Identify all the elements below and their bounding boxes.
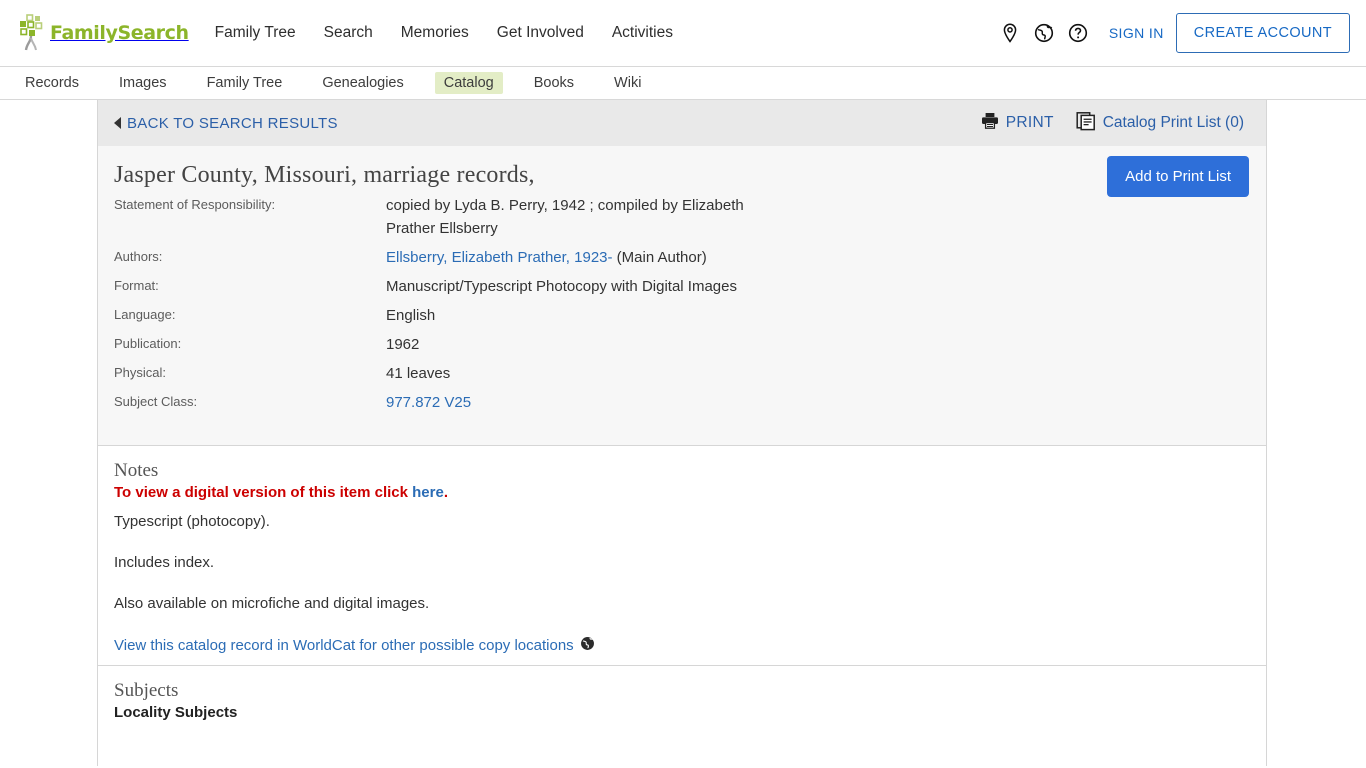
field-value: copied by Lyda B. Perry, 1942 ; compiled… xyxy=(386,197,744,237)
subnav-item-catalog[interactable]: Catalog xyxy=(434,72,503,94)
digital-version-here-link[interactable]: here xyxy=(412,484,444,501)
subjects-heading: Subjects xyxy=(114,680,179,701)
notes-heading: Notes xyxy=(114,460,159,481)
subnav-item-genealogies[interactable]: Genealogies xyxy=(313,72,412,94)
subnav-item-images[interactable]: Images xyxy=(110,72,176,94)
worldcat-link[interactable]: View this catalog record in WorldCat for… xyxy=(114,636,595,655)
primary-nav: Family Tree Search Memories Get Involved… xyxy=(215,24,673,42)
print-button[interactable]: PRINT xyxy=(981,112,1054,134)
back-to-search-results-label: BACK TO SEARCH RESULTS xyxy=(127,114,338,132)
field-value: Manuscript/Typescript Photocopy with Dig… xyxy=(386,278,737,295)
sign-in-link[interactable]: SIGN IN xyxy=(1109,25,1164,41)
field-label: Statement of Responsibility: xyxy=(114,197,276,212)
field-label: Physical: xyxy=(114,365,167,380)
record-field-physical: Physical: 41 leaves xyxy=(114,359,1250,388)
note-line-typescript: Typescript (photocopy). xyxy=(114,513,270,530)
help-circle-icon[interactable] xyxy=(1061,16,1095,50)
subnav-item-family-tree[interactable]: Family Tree xyxy=(198,72,292,94)
field-value: 1962 xyxy=(386,336,420,353)
family-tree-logo-icon xyxy=(14,13,54,53)
print-label: PRINT xyxy=(1005,114,1054,131)
field-label: Format: xyxy=(114,278,159,293)
author-link[interactable]: Ellsberry, Elizabeth Prather, 1923- xyxy=(386,249,613,266)
field-label: Subject Class: xyxy=(114,394,198,409)
secondary-nav: Records Images Family Tree Genealogies C… xyxy=(0,66,1366,100)
record-field-language: Language: English xyxy=(114,301,1250,330)
field-value: Ellsberry, Elizabeth Prather, 1923- (Mai… xyxy=(386,246,707,269)
add-to-print-list-button[interactable]: Add to Print List xyxy=(1107,156,1249,197)
note-line-index: Includes index. xyxy=(114,554,215,571)
printer-icon xyxy=(981,112,999,134)
page-title: Jasper County, Missouri, marriage record… xyxy=(114,162,535,188)
nav-item-memories[interactable]: Memories xyxy=(401,24,469,42)
field-value: 977.872 V25 xyxy=(386,391,471,414)
catalog-print-list-label: Catalog Print List (0) xyxy=(1102,114,1244,131)
create-account-button[interactable]: CREATE ACCOUNT xyxy=(1175,13,1350,53)
alert-text: To view a digital version of this item c… xyxy=(114,484,413,501)
map-pin-icon[interactable] xyxy=(993,16,1027,50)
site-header: FamilySearch Family Tree Search Memories… xyxy=(0,0,1366,66)
print-actions: PRINT Catalog Print List (0) xyxy=(981,111,1244,136)
subnav-item-records[interactable]: Records xyxy=(16,72,88,94)
back-arrow-icon xyxy=(114,117,121,129)
subnav-item-wiki[interactable]: Wiki xyxy=(605,72,650,94)
back-to-search-results-link[interactable]: BACK TO SEARCH RESULTS xyxy=(114,115,338,132)
page-body: BACK TO SEARCH RESULTS PRINT Catalog Pri… xyxy=(0,100,1366,766)
locality-subjects-heading: Locality Subjects xyxy=(114,704,238,721)
right-gutter xyxy=(1267,100,1366,766)
header-actions: SIGN IN CREATE ACCOUNT xyxy=(993,0,1350,66)
subject-class-link[interactable]: 977.872 V25 xyxy=(386,394,471,411)
nav-item-family-tree[interactable]: Family Tree xyxy=(215,24,296,42)
field-label: Authors: xyxy=(114,249,163,264)
field-label: Publication: xyxy=(114,336,182,351)
notes-section: Notes To view a digital version of this … xyxy=(98,446,1266,665)
record-field-authors: Authors: Ellsberry, Elizabeth Prather, 1… xyxy=(114,243,1250,272)
field-label: Language: xyxy=(114,307,176,322)
catalog-print-list-link[interactable]: Catalog Print List (0) xyxy=(1076,111,1244,136)
nav-item-activities[interactable]: Activities xyxy=(612,24,673,42)
field-value: English xyxy=(386,307,436,324)
author-role: (Main Author) xyxy=(612,249,707,266)
subjects-section: Subjects Locality Subjects xyxy=(98,665,1266,731)
globe-icon[interactable] xyxy=(1027,16,1061,50)
worldcat-link-label: View this catalog record in WorldCat for… xyxy=(114,637,574,654)
nav-item-get-involved[interactable]: Get Involved xyxy=(497,24,584,42)
note-line-microfiche: Also available on microfiche and digital… xyxy=(114,595,430,612)
globe-icon xyxy=(580,636,595,655)
digital-version-alert: To view a digital version of this item c… xyxy=(114,484,1250,501)
logo-wordmark: FamilySearch xyxy=(50,22,189,44)
record-field-format: Format: Manuscript/Typescript Photocopy … xyxy=(114,272,1250,301)
alert-suffix: . xyxy=(443,484,448,501)
record-details-panel: Jasper County, Missouri, marriage record… xyxy=(98,146,1266,446)
document-list-icon xyxy=(1076,111,1096,136)
subnav-item-books[interactable]: Books xyxy=(525,72,583,94)
result-toolbar: BACK TO SEARCH RESULTS PRINT Catalog Pri… xyxy=(98,100,1266,146)
catalog-record-content: BACK TO SEARCH RESULTS PRINT Catalog Pri… xyxy=(97,100,1267,766)
record-field-statement-of-responsibility: Statement of Responsibility: copied by L… xyxy=(114,191,1250,243)
nav-item-search[interactable]: Search xyxy=(324,24,373,42)
record-field-publication: Publication: 1962 xyxy=(114,330,1250,359)
record-field-subject-class: Subject Class: 977.872 V25 xyxy=(114,388,1250,417)
familysearch-logo[interactable]: FamilySearch xyxy=(14,11,189,55)
field-value: 41 leaves xyxy=(386,365,451,382)
left-gutter xyxy=(0,100,97,766)
